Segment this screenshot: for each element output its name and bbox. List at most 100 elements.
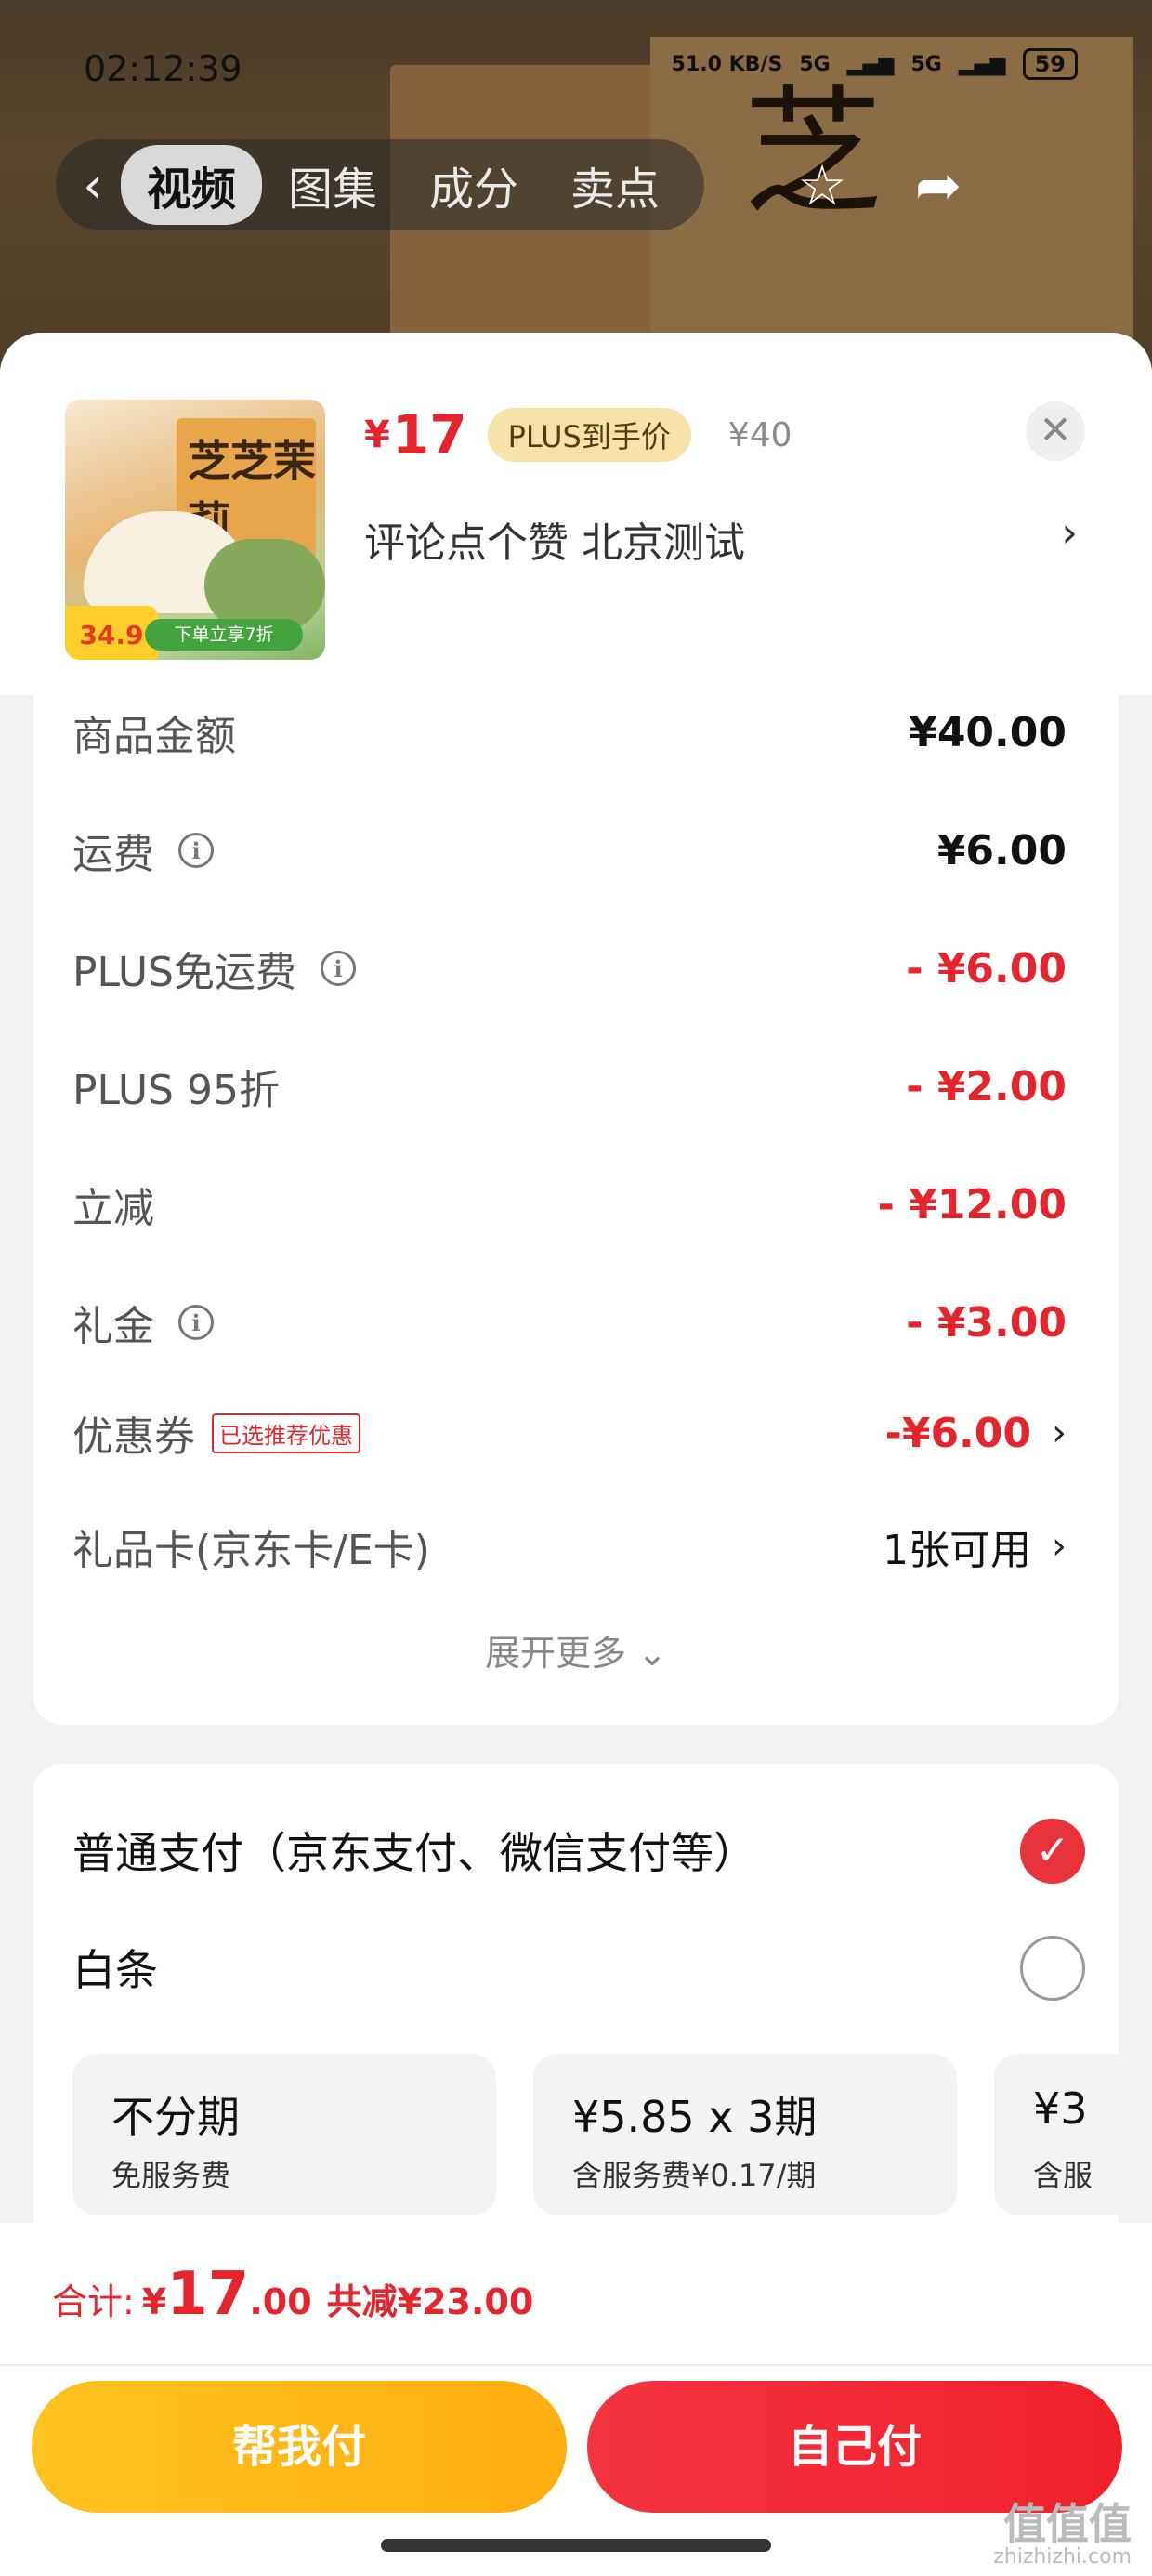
detail-value: - ¥6.00: [906, 944, 1067, 992]
signal-icon: ▂▄▆: [846, 52, 895, 76]
plan-title: ¥3: [1033, 2083, 1088, 2134]
price-detail-card: 商品金额 ¥40.00 运费 i ¥6.00 PLUS免运费 i - ¥6.00…: [33, 695, 1119, 1725]
recommended-coupon-tag: 已选推荐优惠: [212, 1413, 360, 1453]
price-symbol: ¥: [364, 414, 390, 456]
thumb-cake-green: [204, 539, 325, 632]
share-icon[interactable]: ➦: [906, 153, 971, 218]
plan-no-installment[interactable]: 不分期 免服务费: [72, 2054, 496, 2215]
close-icon[interactable]: ✕: [1026, 401, 1085, 461]
watermark: 值值值 zhizhizhi.com: [993, 2499, 1132, 2569]
battery-icon: 59: [1022, 48, 1078, 80]
detail-row-shipping: 运费 i ¥6.00: [72, 813, 1067, 887]
plan-subtitle: 含服: [1033, 2158, 1093, 2193]
detail-row-instant-reduction: 立减 - ¥12.00: [72, 1167, 1067, 1242]
detail-label: 优惠券: [72, 1413, 195, 1461]
network-2: 5G: [910, 52, 942, 76]
detail-row-plus-free-shipping: PLUS免运费 i - ¥6.00: [72, 931, 1067, 1005]
order-total: 合计: ¥ 17 .00 共减¥23.00: [52, 2260, 533, 2329]
total-symbol: ¥: [141, 2281, 167, 2322]
watermark-sub: zhizhizhi.com: [993, 2545, 1132, 2569]
total-label: 合计:: [52, 2281, 135, 2322]
home-indicator[interactable]: [381, 2539, 771, 2552]
signal-icon: ▂▄▆: [958, 52, 1006, 76]
status-time: 02:12:39: [84, 48, 242, 89]
expand-more-label: 展开更多: [485, 1633, 627, 1674]
plan-subtitle: 免服务费: [111, 2158, 231, 2193]
back-chevron-icon[interactable]: ‹: [65, 156, 121, 215]
self-pay-button[interactable]: 自己付: [587, 2381, 1122, 2513]
detail-label: PLUS 95折: [72, 1067, 280, 1114]
detail-value: ¥40.00: [909, 708, 1067, 756]
total-integer: 17: [166, 2260, 250, 2329]
radio-unchecked-icon[interactable]: [1020, 1936, 1085, 2001]
chevron-down-icon: ⌄: [637, 1633, 667, 1674]
total-saved: 共减¥23.00: [326, 2281, 534, 2322]
detail-value: - ¥12.00: [877, 1180, 1067, 1229]
detail-row-plus-discount: PLUS 95折 - ¥2.00: [72, 1049, 1067, 1124]
detail-label: 礼品卡(京东卡/E卡): [72, 1527, 430, 1574]
detail-value: ¥6.00: [936, 826, 1067, 874]
detail-value: - ¥2.00: [906, 1062, 1067, 1111]
plan-more-installments[interactable]: ¥3 含服: [994, 2054, 1119, 2215]
product-title[interactable]: 评论点个赞 北京测试: [364, 509, 745, 569]
price-row: ¥ 17 PLUS到手价 ¥40: [364, 403, 792, 467]
divider: [0, 2364, 1152, 2366]
total-decimal: .00: [249, 2281, 312, 2322]
detail-row-goods-amount: 商品金额 ¥40.00: [72, 695, 1067, 769]
chevron-right-icon: ›: [1052, 1525, 1067, 1568]
tab-ingredients[interactable]: 成分: [403, 145, 544, 225]
product-thumbnail[interactable]: 芝芝茉莉 34.9 下单立享7折: [65, 400, 325, 660]
detail-label: 礼金: [72, 1303, 154, 1350]
detail-label-wrap: 优惠券 已选推荐优惠: [72, 1396, 360, 1470]
thumb-cta: 下单立享7折: [145, 619, 303, 651]
detail-row-gift-card[interactable]: 礼品卡(京东卡/E卡) 1张可用 ›: [72, 1509, 1067, 1584]
info-icon[interactable]: i: [178, 833, 214, 868]
plus-price-tag: PLUS到手价: [487, 408, 691, 462]
checkout-footer: 合计: ¥ 17 .00 共减¥23.00 帮我付 自己付 值值值 zhizhi…: [0, 2223, 1152, 2576]
status-bar: 02:12:39 51.0 KB/S 5G ▂▄▆ 5G ▂▄▆ 59: [0, 48, 1152, 95]
plan-title: ¥5.85 x 3期: [572, 2092, 818, 2142]
installment-plans: 不分期 免服务费 ¥5.85 x 3期 含服务费¥0.17/期 ¥3 含服: [72, 2054, 1119, 2221]
expand-more-button[interactable]: 展开更多 ⌄: [33, 1624, 1119, 1676]
status-indicators: 51.0 KB/S 5G ▂▄▆ 5G ▂▄▆ 59: [672, 48, 1078, 80]
detail-value: - ¥3.00: [906, 1298, 1067, 1347]
info-icon[interactable]: i: [178, 1305, 214, 1340]
detail-value: 1张可用: [883, 1527, 1031, 1574]
net-speed: 51.0 KB/S: [671, 52, 783, 76]
price-value: 17: [391, 403, 467, 467]
payment-option-baitiao[interactable]: 白条: [72, 1925, 1085, 2009]
detail-value: -¥6.00: [884, 1409, 1031, 1457]
tab-video[interactable]: 视频: [121, 145, 263, 225]
plan-title: 不分期: [111, 2092, 240, 2142]
check-icon[interactable]: ✓: [1020, 1819, 1085, 1884]
info-icon[interactable]: i: [321, 951, 356, 986]
media-tab-bar: ‹ 视频 图集 成分 卖点: [56, 139, 705, 230]
plan-subtitle: 含服务费¥0.17/期: [572, 2158, 817, 2193]
star-icon[interactable]: ☆: [790, 153, 855, 218]
help-pay-button[interactable]: 帮我付: [32, 2381, 567, 2513]
detail-label: 运费: [72, 831, 154, 878]
tab-selling-points[interactable]: 卖点: [544, 145, 686, 225]
detail-label-wrap: 运费 i: [72, 813, 214, 887]
payment-option-normal[interactable]: 普通支付（京东支付、微信支付等） ✓: [72, 1808, 1085, 1892]
payment-option-label: 白条: [72, 1945, 158, 1995]
detail-value-wrap: 1张可用 ›: [883, 1509, 1067, 1584]
watermark-main: 值值值: [1003, 2499, 1132, 2549]
detail-label: 立减: [72, 1185, 154, 1232]
sheet-header: 芝芝茉莉 34.9 下单立享7折 ¥ 17 PLUS到手价 ¥40 ✕ 评论点个…: [0, 333, 1152, 695]
network-1: 5G: [799, 52, 831, 76]
detail-label: 商品金额: [72, 713, 236, 760]
plan-3-installments[interactable]: ¥5.85 x 3期 含服务费¥0.17/期: [533, 2054, 957, 2215]
detail-row-coupon[interactable]: 优惠券 已选推荐优惠 -¥6.00 ›: [72, 1396, 1067, 1470]
detail-row-gift-money: 礼金 i - ¥3.00: [72, 1285, 1067, 1360]
chevron-right-icon[interactable]: ›: [1061, 509, 1078, 557]
detail-label-wrap: 礼金 i: [72, 1285, 214, 1360]
thumb-price-badge: 34.9: [65, 606, 158, 660]
chevron-right-icon: ›: [1052, 1412, 1067, 1454]
payment-option-label: 普通支付（京东支付、微信支付等）: [72, 1828, 756, 1878]
detail-label: PLUS免运费: [72, 949, 296, 996]
original-price: ¥40: [727, 415, 792, 454]
detail-label-wrap: PLUS免运费 i: [72, 931, 356, 1005]
detail-value-wrap: -¥6.00 ›: [885, 1396, 1067, 1470]
tab-gallery[interactable]: 图集: [262, 145, 403, 225]
